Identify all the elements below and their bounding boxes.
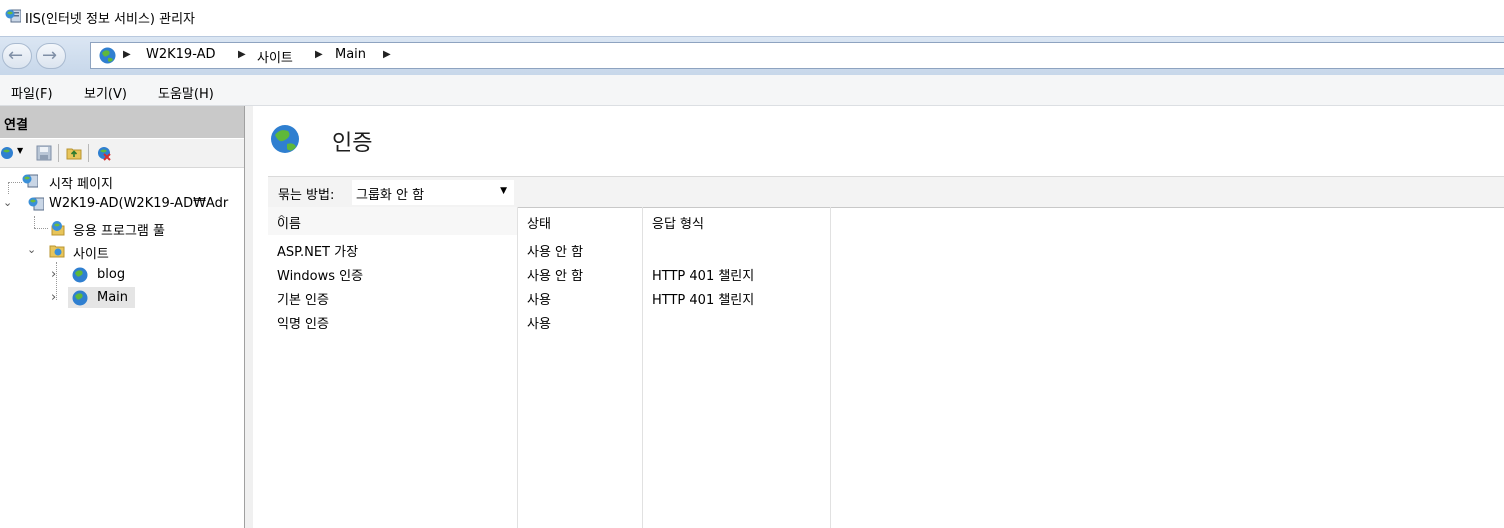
tree-item-blog[interactable]: › blog — [0, 264, 244, 286]
breadcrumb-separator-icon: ▶ — [123, 49, 131, 60]
connections-header: 연결 — [0, 106, 244, 138]
back-arrow-icon: ← — [8, 45, 24, 66]
column-response-type — [643, 207, 831, 528]
connect-icon[interactable] — [0, 145, 16, 161]
tree-item-label: Main — [97, 290, 129, 305]
sites-folder-icon — [49, 245, 65, 258]
start-page-icon — [22, 174, 38, 188]
group-by-select[interactable]: 그룹화 안 함 ▼ — [352, 180, 514, 205]
connections-toolbar: ▼ — [0, 139, 244, 168]
iis-app-icon — [5, 9, 21, 23]
menu-bar: 파일(F) 보기(V) 도움말(H) — [0, 75, 1504, 106]
cell-status[interactable]: 사용 안 함 — [527, 241, 583, 260]
authentication-grid: 이름 ^ 상태 응답 형식 ASP.NET 가장 사용 안 함 Windows … — [268, 207, 1504, 528]
menu-help[interactable]: 도움말(H) — [158, 83, 214, 102]
disconnect-icon[interactable] — [96, 145, 112, 161]
tree-item-label: 시작 페이지 — [49, 177, 113, 192]
breadcrumb-sites[interactable]: 사이트 — [257, 47, 293, 66]
globe-icon — [72, 267, 88, 283]
toolbar-separator — [58, 144, 59, 162]
tree-item-label: 응용 프로그램 풀 — [73, 224, 165, 239]
menu-view[interactable]: 보기(V) — [84, 83, 127, 102]
connections-title: 연결 — [4, 118, 28, 133]
title-bar: IIS(인터넷 정보 서비스) 관리자 — [0, 0, 1504, 36]
connect-dropdown-icon[interactable]: ▼ — [17, 146, 23, 155]
window-title: IIS(인터넷 정보 서비스) 관리자 — [25, 12, 196, 27]
column-header-label: 상태 — [527, 217, 551, 232]
column-header-name[interactable]: 이름 ^ — [268, 207, 517, 235]
server-icon — [28, 197, 44, 211]
cell-status[interactable]: 사용 안 함 — [527, 265, 583, 284]
tree-item-app-pools[interactable]: 응용 프로그램 풀 — [0, 217, 244, 239]
cell-name[interactable]: Windows 인증 — [277, 265, 363, 284]
forward-arrow-icon: → — [42, 45, 58, 66]
breadcrumb-separator-icon: ▶ — [238, 49, 246, 60]
address-bar: ← → ▶ W2K19-AD ▶ 사이트 ▶ Main ▶ — [0, 36, 1504, 76]
authentication-globe-icon — [271, 125, 299, 153]
breadcrumb-server[interactable]: W2K19-AD — [146, 47, 216, 62]
globe-icon — [72, 290, 88, 306]
tree-item-start-page[interactable]: 시작 페이지 — [0, 170, 244, 192]
cell-name[interactable]: 익명 인증 — [277, 313, 329, 332]
tree-item-server[interactable]: ⌄ W2K19-AD(W2K19-AD₩Adr — [0, 193, 244, 215]
back-button[interactable]: ← — [2, 43, 32, 69]
group-by-bar: 묶는 방법: 그룹화 안 함 ▼ — [268, 176, 1504, 208]
breadcrumb-separator-icon: ▶ — [315, 49, 323, 60]
dropdown-arrow-icon: ▼ — [500, 186, 507, 196]
expand-chevron-icon[interactable]: ⌄ — [27, 243, 36, 256]
save-icon[interactable] — [36, 145, 52, 161]
expand-chevron-icon[interactable]: ⌄ — [3, 196, 12, 209]
cell-name[interactable]: ASP.NET 가장 — [277, 241, 358, 260]
column-header-label: 응답 형식 — [652, 217, 704, 232]
cell-response[interactable]: HTTP 401 챌린지 — [652, 289, 754, 308]
cell-status[interactable]: 사용 — [527, 289, 551, 308]
cell-name[interactable]: 기본 인증 — [277, 289, 329, 308]
pane-splitter[interactable] — [245, 106, 253, 528]
column-header-response-type[interactable]: 응답 형식 — [643, 207, 830, 235]
tree-item-label: W2K19-AD(W2K19-AD₩Adr — [49, 196, 229, 211]
breadcrumb-main[interactable]: Main — [335, 47, 366, 62]
group-by-value: 그룹화 안 함 — [356, 188, 425, 203]
tree-item-sites[interactable]: ⌄ 사이트 — [0, 240, 244, 262]
column-header-status[interactable]: 상태 — [518, 207, 642, 235]
up-folder-icon[interactable] — [66, 145, 82, 161]
tree-item-label: 사이트 — [73, 247, 109, 262]
group-by-label: 묶는 방법: — [278, 188, 335, 203]
expand-chevron-icon[interactable]: › — [51, 290, 56, 305]
cell-status[interactable]: 사용 — [527, 313, 551, 332]
expand-chevron-icon[interactable]: › — [51, 267, 56, 282]
address-field[interactable]: ▶ W2K19-AD ▶ 사이트 ▶ Main ▶ — [90, 42, 1504, 69]
tree-item-label: blog — [97, 267, 126, 282]
sort-ascending-icon: ^ — [277, 213, 287, 226]
feature-view: 인증 묶는 방법: 그룹화 안 함 ▼ 이름 ^ 상태 응답 형식 ASP.NE… — [254, 106, 1504, 528]
globe-icon — [99, 47, 116, 64]
app-pool-icon — [51, 221, 65, 236]
page-title: 인증 — [332, 131, 373, 156]
breadcrumb-separator-icon: ▶ — [383, 49, 391, 60]
cell-response[interactable]: HTTP 401 챌린지 — [652, 265, 754, 284]
tree-item-main[interactable]: › Main — [0, 287, 244, 309]
menu-file[interactable]: 파일(F) — [11, 83, 53, 102]
forward-button[interactable]: → — [36, 43, 66, 69]
toolbar-separator — [88, 144, 89, 162]
connections-pane: 연결 ▼ 시작 페이지 ⌄ W2K19-AD(W2K19-AD₩Adr 응용 프… — [0, 106, 245, 528]
